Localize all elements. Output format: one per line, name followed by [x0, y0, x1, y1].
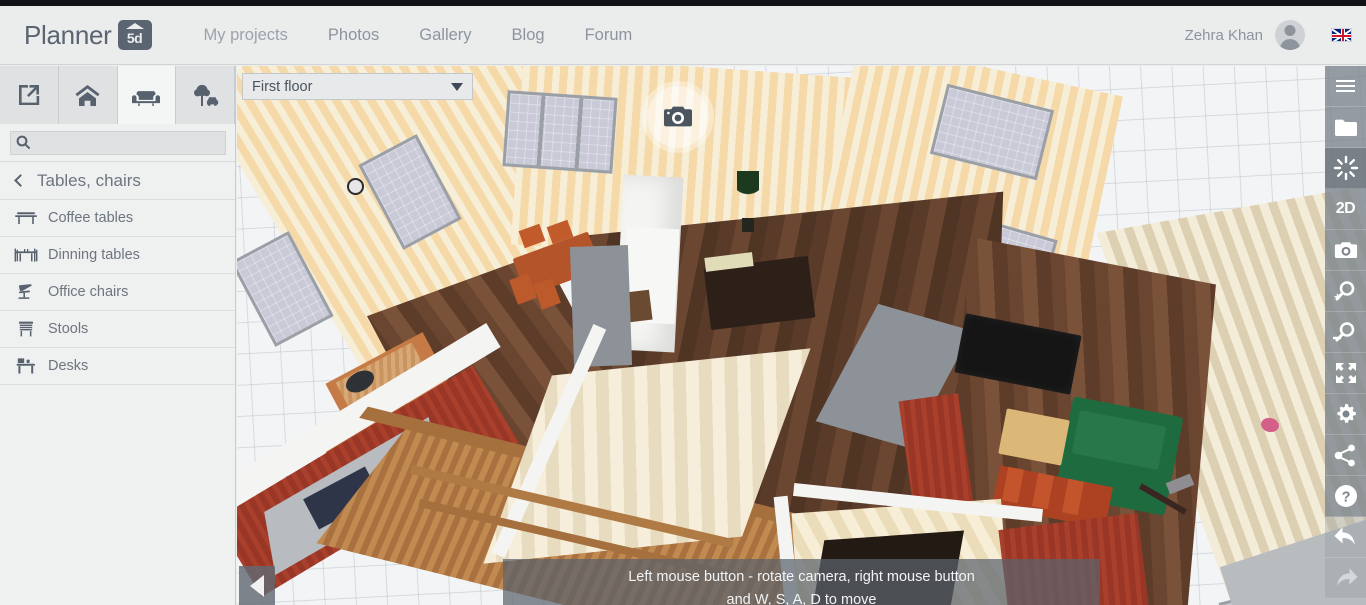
nav-gallery[interactable]: Gallery [419, 26, 471, 45]
view-2d-icon-button[interactable]: 2D [1325, 189, 1366, 230]
catalog-category-title: Tables, chairs [37, 170, 141, 190]
chevron-left-icon [14, 174, 27, 187]
brand-logo[interactable]: Planner 5d [24, 20, 152, 51]
list-item-label: Dinning tables [48, 247, 140, 263]
list-item-desks[interactable]: Desks [0, 348, 235, 385]
zoom-out-icon [1333, 321, 1355, 341]
brand-name: Planner [24, 19, 112, 50]
user-avatar-icon[interactable] [1275, 20, 1305, 50]
camera-icon [664, 106, 692, 127]
fullscreen-icon-button[interactable] [1325, 353, 1366, 394]
nav-photos[interactable]: Photos [328, 26, 379, 45]
help-question-icon: ? [1334, 485, 1357, 507]
header-user-area: Zehra Khan [1185, 20, 1352, 50]
zoom-in-icon-button[interactable]: + [1325, 271, 1366, 312]
tab-project-export[interactable] [0, 66, 59, 124]
list-item-office-chairs[interactable]: Office chairs [0, 274, 235, 311]
search-box[interactable] [9, 130, 226, 155]
share-icon [1334, 444, 1355, 466]
viewport-hint-box: Left mouse button - rotate camera, right… [503, 559, 1100, 605]
undo-icon [1333, 527, 1355, 545]
catalog-sidebar: Tables, chairs Coffee tables Dinning tab… [0, 66, 236, 605]
zoom-in-icon: + [1334, 280, 1355, 304]
tab-building[interactable] [58, 66, 118, 124]
coffee-table-icon [14, 210, 38, 226]
stool-icon [14, 320, 38, 338]
folder-icon [1334, 119, 1357, 136]
hint-line-2: and W, S, A, D to move [726, 592, 877, 605]
help-question-icon-button[interactable]: ? [1325, 476, 1366, 517]
office-chair-icon [14, 283, 38, 301]
list-item-label: Stools [48, 321, 89, 337]
search-input[interactable] [34, 135, 215, 150]
planner5d-app: Planner 5d My projects Photos Gallery Bl… [0, 0, 1366, 605]
catalog-item-list: Coffee tables Dinning tables Office chai… [0, 200, 235, 385]
redo-icon-button[interactable] [1325, 558, 1366, 599]
floor-selector-value: First floor [252, 78, 313, 95]
list-item-label: Coffee tables [48, 210, 134, 226]
brand-badge-icon: 5d [117, 20, 152, 50]
menu-hamburger-icon-button[interactable] [1325, 66, 1366, 107]
tab-outdoor[interactable] [176, 66, 235, 124]
gear-icon-button[interactable] [1325, 394, 1366, 435]
catalog-tool-tabs [0, 66, 235, 124]
gear-icon [1336, 403, 1356, 423]
chevron-down-icon [451, 82, 463, 91]
svg-text:?: ? [1341, 490, 1350, 506]
render-sunburst-icon [1333, 155, 1358, 181]
tab-furniture[interactable] [117, 66, 177, 124]
site-header: Planner 5d My projects Photos Gallery Bl… [0, 6, 1366, 65]
main-nav: My projects Photos Gallery Blog Forum [204, 26, 673, 45]
desk-icon [14, 357, 38, 375]
catalog-breadcrumb-back[interactable]: Tables, chairs [0, 162, 235, 200]
search-icon [16, 135, 30, 150]
panel-collapse-button[interactable] [239, 566, 275, 605]
brand-badge-label: 5d [126, 30, 143, 46]
hint-line-1: Left mouse button - rotate camera, right… [628, 569, 975, 585]
list-item-label: Desks [48, 358, 89, 374]
nav-my-projects[interactable]: My projects [204, 26, 288, 45]
floor-selector[interactable]: First floor [242, 73, 473, 100]
list-item-label: Office chairs [48, 284, 129, 300]
user-name: Zehra Khan [1184, 26, 1263, 44]
nav-blog[interactable]: Blog [512, 26, 545, 45]
undo-icon-button[interactable] [1325, 517, 1366, 558]
catalog-search-row [0, 124, 235, 162]
camera-marker-badge[interactable] [647, 86, 709, 148]
nav-forum[interactable]: Forum [585, 26, 633, 45]
share-icon-button[interactable] [1325, 435, 1366, 476]
svg-text:+: + [1334, 290, 1341, 304]
zoom-out-icon-button[interactable] [1325, 312, 1366, 353]
list-item-coffee-tables[interactable]: Coffee tables [0, 200, 235, 237]
redo-icon [1336, 568, 1358, 586]
triangle-left-icon [250, 574, 264, 597]
camera-icon [1334, 241, 1357, 258]
view-2d-label: 2D [1335, 200, 1356, 217]
render-sunburst-icon-button[interactable] [1325, 148, 1366, 189]
3d-viewport[interactable]: First floor Left mouse button - rotate c… [237, 66, 1366, 605]
list-item-stools[interactable]: Stools [0, 311, 235, 348]
fullscreen-icon [1335, 363, 1356, 383]
dinning-table-icon [14, 247, 38, 264]
right-toolbar: 2D + ? [1325, 66, 1366, 605]
list-item-dinning-tables[interactable]: Dinning tables [0, 237, 235, 274]
camera-icon-button[interactable] [1325, 230, 1366, 271]
folder-icon-button[interactable] [1325, 107, 1366, 148]
uk-flag-icon[interactable] [1331, 28, 1352, 42]
